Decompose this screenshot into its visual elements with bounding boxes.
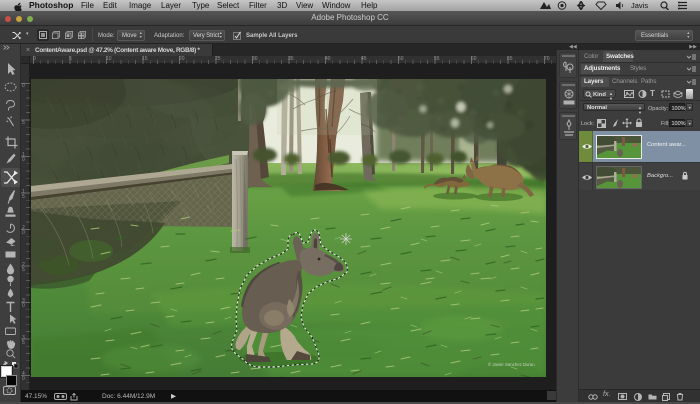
svg-text:© Javier Sanchez Duran: © Javier Sanchez Duran <box>488 362 535 367</box>
